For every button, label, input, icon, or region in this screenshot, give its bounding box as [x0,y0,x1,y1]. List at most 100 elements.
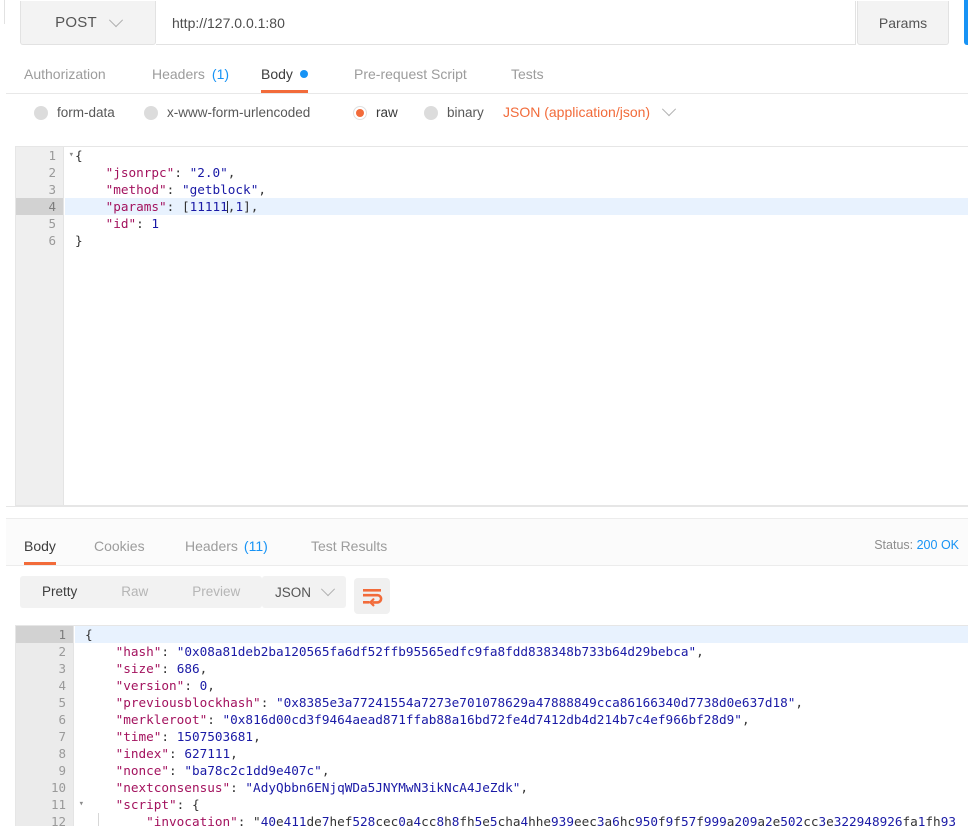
request-tab-strip: Authorization Headers (1) Body Pre-reque… [6,55,968,94]
line-number: 6 [48,233,56,248]
response-tab-body-active-underline [24,562,56,565]
view-mode-preview[interactable]: Preview [170,576,262,608]
tab-pre-request-script-label: Pre-request Script [354,66,467,82]
response-tab-strip: Body Cookies Headers (11) Test Results S… [6,518,968,566]
status-badge: Status: 200 OK [874,538,959,552]
status-value: 200 OK [916,538,959,552]
response-toolbar: Pretty Raw Preview JSON [6,566,968,618]
response-tab-body[interactable]: Body [24,527,56,565]
line-number: 2 [58,644,66,659]
line-number: 11 ▾ [50,797,84,812]
word-wrap-button[interactable] [354,578,390,614]
body-modified-dot-icon [299,70,308,78]
line-number: 2 [48,165,56,180]
tab-pre-request-script[interactable]: Pre-request Script [354,55,467,93]
content-type-selector[interactable]: JSON (application/json) [503,102,677,120]
code-line: "size": 686, [115,661,208,676]
code-line: "merkleroot": "0x816d00cd3f9464aead871ff… [115,712,750,727]
radio-icon [144,105,158,120]
chevron-down-icon [108,12,123,27]
tab-body-label: Body [261,66,293,82]
window-left-edge-lower [0,24,5,826]
response-tab-headers-label: Headers [185,538,238,554]
tab-authorization[interactable]: Authorization [24,55,106,93]
tab-tests-label: Tests [511,66,544,82]
code-line: "invocation": "40e411de7hef528cec0a4cc8h… [146,814,956,826]
response-body-viewer[interactable]: 1▾2 3 4 5 6 7 8 9 10 11▾ 12 { "hash": "0x08a81deb2… [15,625,968,826]
tab-tests[interactable]: Tests [511,55,544,93]
request-line-number-gutter: 1 ▾ 2 3 4 5 6 [16,147,74,505]
code-line: "params": [11111,1], [65,198,968,215]
line-number: 6 [58,712,66,727]
request-code-area[interactable]: { "jsonrpc": "2.0", "method": "getblock"… [65,147,968,505]
body-type-raw-label: raw [376,105,398,120]
code-line: { [75,148,83,163]
fold-guide-line [98,813,99,826]
tab-headers[interactable]: Headers (1) [152,55,229,93]
line-number: 8 [58,746,66,761]
line-number: 3 [48,182,56,197]
code-line: "hash": "0x08a81deb2ba120565fa6df52ffb95… [115,644,704,659]
code-line: "previousblockhash": "0x8385e3a77241554a… [115,695,804,710]
code-line: "time": 1507503681, [115,729,261,744]
word-wrap-icon [363,589,383,607]
response-tab-test-results-label: Test Results [311,538,388,554]
code-line: "id": 1 [105,216,160,231]
http-method-selector[interactable]: POST [20,1,156,45]
body-type-row: form-data x-www-form-urlencoded raw bina… [6,94,968,140]
code-line: "nonce": "ba78c2c1dd9e407c", [115,763,330,778]
line-number: 10 [50,780,66,795]
response-tab-body-label: Body [24,538,56,554]
body-type-binary-label: binary [447,105,484,120]
params-label: Params [878,14,928,31]
response-view-mode-group: Pretty Raw Preview [20,576,263,608]
line-number: 5 [58,695,66,710]
line-number: 1▾ [48,148,74,163]
view-mode-raw[interactable]: Raw [99,576,170,608]
view-mode-pretty[interactable]: Pretty [20,576,99,608]
response-code-area[interactable]: { "hash": "0x08a81deb2ba120565fa6df52ffb… [75,626,968,826]
line-number: 4 [58,678,66,693]
line-number: 5 [48,216,56,231]
request-body-editor[interactable]: 1 ▾ 2 3 4 5 6 { "jsonrpc": "2.0", "method": "g… [15,146,968,506]
code-line: "index": 627111, [115,746,238,761]
code-line: } [75,233,83,248]
http-method-label: POST [55,14,97,31]
code-line: "version": 0, [115,678,215,693]
line-number: 9 [58,763,66,778]
body-type-urlencoded[interactable]: x-www-form-urlencoded [144,105,310,120]
code-line: "script": { [115,797,200,812]
line-number: 4 [16,198,63,215]
chevron-down-icon [661,102,677,117]
tab-authorization-label: Authorization [24,66,106,82]
body-type-form-data[interactable]: form-data [34,105,115,120]
request-url-bar: POST http://127.0.0.1:80 Params [6,0,968,55]
url-value: http://127.0.0.1:80 [172,14,285,31]
params-button[interactable]: Params [857,1,949,45]
panel-splitter[interactable] [6,506,968,518]
body-type-form-data-label: form-data [57,105,115,120]
content-type-label: JSON (application/json) [503,104,651,120]
body-type-urlencoded-label: x-www-form-urlencoded [167,105,311,120]
tab-body[interactable]: Body [261,55,308,93]
response-tab-test-results[interactable]: Test Results [311,527,387,565]
response-tab-headers[interactable]: Headers (11) [185,527,268,565]
tab-headers-count: (1) [211,66,230,82]
radio-icon [424,105,438,120]
radio-selected-icon [353,105,367,120]
response-line-number-gutter: 1▾2 3 4 5 6 7 8 9 10 11▾ 12 [16,626,84,826]
response-tab-cookies[interactable]: Cookies [94,527,145,565]
body-type-binary[interactable]: binary [424,105,484,120]
send-button[interactable] [964,0,968,45]
response-format-selector[interactable]: JSON [262,576,346,608]
url-input[interactable]: http://127.0.0.1:80 [156,1,856,45]
response-format-label: JSON [274,584,311,600]
status-label: Status: [874,538,914,552]
line-number: 12 [50,814,66,826]
line-number: 7 [58,729,66,744]
tab-body-active-underline [261,90,308,93]
line-number: 3 [58,661,66,676]
body-type-raw[interactable]: raw [353,105,398,120]
tab-headers-label: Headers [152,66,205,82]
response-tab-headers-count: (11) [243,538,268,554]
